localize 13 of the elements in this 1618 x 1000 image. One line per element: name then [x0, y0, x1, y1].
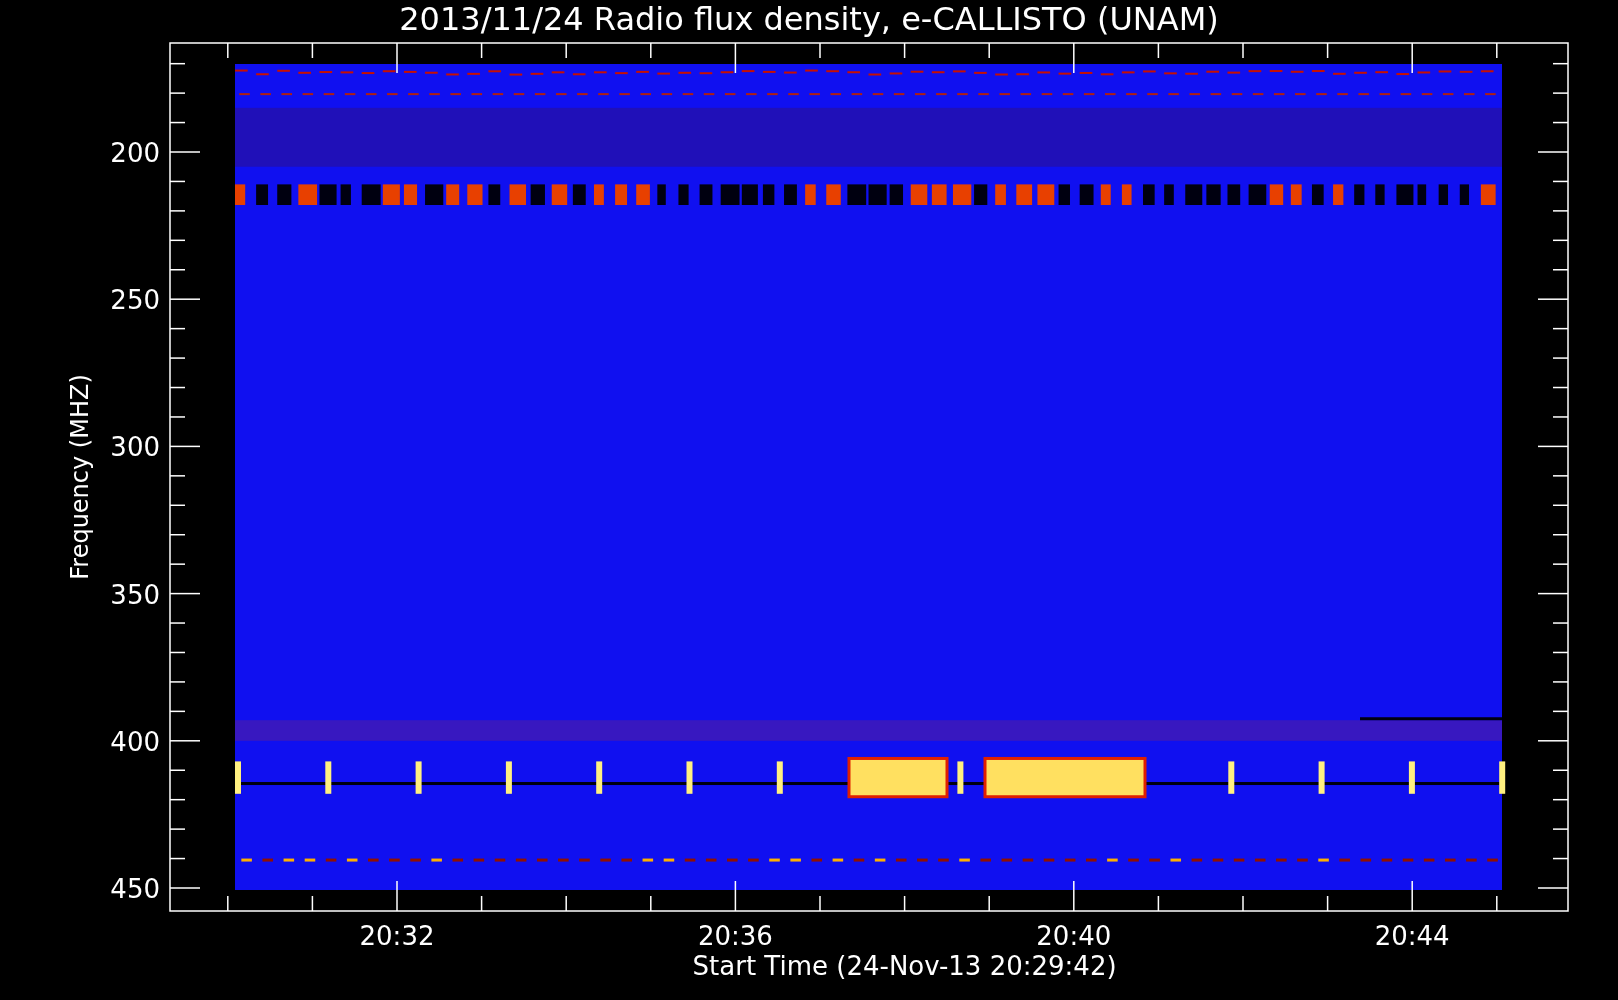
x-tick-label: 20:40	[1036, 921, 1112, 951]
y-tick-label: 400	[110, 726, 160, 757]
chart-title: 2013/11/24 Radio flux density, e-CALLISTO (UNAM)	[399, 0, 1219, 38]
y-tick-label: 300	[110, 432, 160, 463]
y-axis-label: Frequency (MHZ)	[66, 374, 94, 580]
x-tick-label: 20:44	[1374, 921, 1450, 951]
y-tick-label: 250	[110, 285, 160, 316]
x-axis-label: Start Time (24-Nov-13 20:29:42)	[692, 951, 1117, 981]
x-tick-label: 20:32	[359, 921, 435, 951]
y-tick-label: 200	[110, 138, 160, 168]
y-tick-label: 350	[110, 579, 160, 610]
x-tick-label: 20:36	[697, 921, 773, 951]
y-tick-label: 450	[110, 874, 160, 904]
